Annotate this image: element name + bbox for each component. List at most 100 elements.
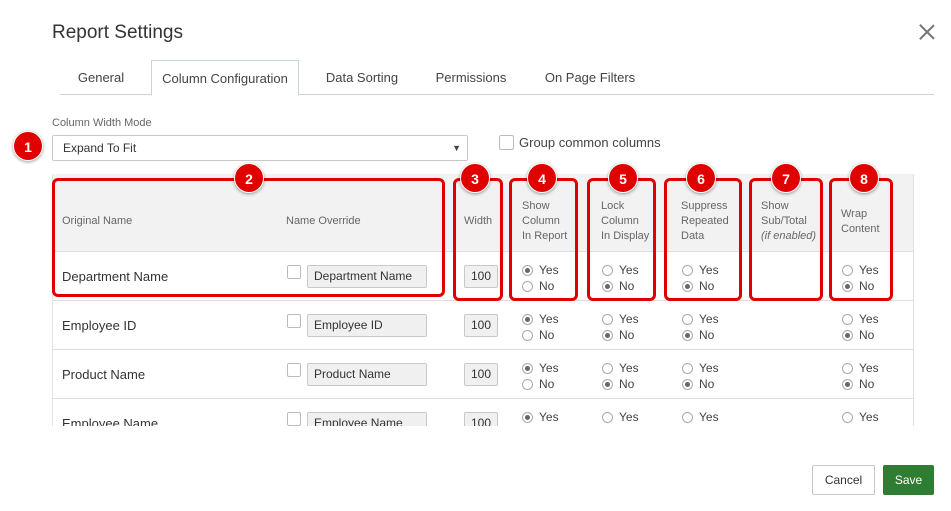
column-config-table: Original Name Name Override Width Show C…: [52, 174, 914, 426]
radio-unselected-icon: [842, 264, 853, 276]
name-override-input[interactable]: Department Name: [307, 265, 427, 288]
radio-label: Yes: [539, 361, 559, 375]
radio-label: Yes: [859, 410, 879, 424]
group-common-columns-checkbox[interactable]: [499, 135, 514, 150]
radio-yes[interactable]: Yes: [682, 409, 719, 425]
radio-yes[interactable]: Yes: [682, 311, 719, 327]
radio-label: No: [539, 328, 555, 342]
original-name: Department Name: [62, 269, 169, 284]
caret-down-icon: ▼: [452, 143, 461, 153]
radio-selected-icon: [682, 329, 693, 341]
name-override-input[interactable]: Product Name: [307, 363, 427, 386]
tab-permissions[interactable]: Permissions: [426, 60, 516, 95]
width-input[interactable]: 100: [464, 412, 498, 426]
tab-data-sorting[interactable]: Data Sorting: [316, 60, 408, 95]
radio-yes[interactable]: Yes: [602, 360, 639, 376]
radio-no[interactable]: No: [522, 425, 559, 426]
show-column-radio-group: Yes No: [522, 360, 559, 392]
radio-no[interactable]: No: [522, 327, 559, 343]
wrap-radio-group: Yes No: [842, 360, 879, 392]
tab-general[interactable]: General: [60, 60, 142, 95]
dialog-title: Report Settings: [52, 22, 183, 43]
header-name-override: Name Override: [286, 215, 361, 227]
radio-unselected-icon: [602, 264, 613, 276]
radio-no[interactable]: No: [602, 376, 639, 392]
radio-label: Yes: [699, 410, 719, 424]
radio-no[interactable]: No: [522, 278, 559, 294]
tab-column-configuration[interactable]: Column Configuration: [151, 60, 299, 96]
width-input[interactable]: 100: [464, 363, 498, 386]
radio-label: No: [619, 328, 635, 342]
radio-unselected-icon: [522, 280, 533, 292]
save-button[interactable]: Save: [883, 465, 934, 495]
header-wrap-line: Wrap: [841, 208, 868, 220]
radio-unselected-icon: [842, 362, 853, 374]
radio-yes[interactable]: Yes: [522, 262, 559, 278]
group-common-columns-label: Group common columns: [519, 135, 661, 150]
original-name: Employee Name: [62, 416, 159, 426]
radio-selected-icon: [842, 280, 853, 292]
radio-no[interactable]: No: [602, 327, 639, 343]
radio-yes[interactable]: Yes: [602, 409, 639, 425]
radio-no[interactable]: No: [602, 278, 639, 294]
original-name: Product Name: [62, 367, 146, 382]
radio-no[interactable]: No: [682, 425, 719, 426]
override-checkbox[interactable]: [287, 412, 301, 426]
radio-no[interactable]: No: [842, 278, 879, 294]
radio-yes[interactable]: Yes: [602, 311, 639, 327]
radio-yes[interactable]: Yes: [842, 409, 879, 425]
close-icon[interactable]: [917, 22, 937, 42]
radio-yes[interactable]: Yes: [602, 262, 639, 278]
radio-yes[interactable]: Yes: [842, 262, 879, 278]
radio-selected-icon: [682, 280, 693, 292]
radio-no[interactable]: No: [682, 327, 719, 343]
radio-yes[interactable]: Yes: [842, 360, 879, 376]
callout-badge-6: 6: [686, 163, 716, 193]
show-column-radio-group: Yes No: [522, 262, 559, 294]
radio-no[interactable]: No: [842, 425, 879, 426]
override-checkbox[interactable]: [287, 363, 301, 377]
radio-no[interactable]: No: [842, 376, 879, 392]
radio-no[interactable]: No: [682, 376, 719, 392]
width-input[interactable]: 100: [464, 314, 498, 337]
tab-on-page-filters[interactable]: On Page Filters: [535, 60, 645, 95]
name-override-input[interactable]: Employee Name: [307, 412, 427, 426]
radio-unselected-icon: [842, 313, 853, 325]
name-override-input[interactable]: Employee ID: [307, 314, 427, 337]
radio-no[interactable]: No: [522, 376, 559, 392]
column-width-mode-select[interactable]: Expand To Fit ▼: [52, 135, 468, 161]
radio-label: Yes: [699, 361, 719, 375]
radio-label: No: [859, 279, 875, 293]
radio-yes[interactable]: Yes: [522, 311, 559, 327]
radio-selected-icon: [602, 280, 613, 292]
width-input[interactable]: 100: [464, 265, 498, 288]
radio-yes[interactable]: Yes: [842, 311, 879, 327]
radio-label: Yes: [619, 410, 639, 424]
radio-yes[interactable]: Yes: [522, 409, 559, 425]
suppress-radio-group: Yes No: [682, 311, 719, 343]
radio-yes[interactable]: Yes: [682, 262, 719, 278]
radio-label: Yes: [539, 263, 559, 277]
callout-badge-5: 5: [608, 163, 638, 193]
override-checkbox[interactable]: [287, 265, 301, 279]
radio-unselected-icon: [682, 313, 693, 325]
radio-no[interactable]: No: [602, 425, 639, 426]
radio-yes[interactable]: Yes: [682, 360, 719, 376]
header-show-subtotal: Show Sub/Total (if enabled): [761, 199, 816, 244]
override-checkbox[interactable]: [287, 314, 301, 328]
radio-unselected-icon: [602, 313, 613, 325]
radio-yes[interactable]: Yes: [522, 360, 559, 376]
wrap-radio-group: Yes No: [842, 262, 879, 294]
callout-badge-7: 7: [771, 163, 801, 193]
header-show-column-line: In Report: [522, 230, 568, 242]
show-column-radio-group: Yes No: [522, 311, 559, 343]
radio-no[interactable]: No: [682, 278, 719, 294]
radio-label: No: [619, 279, 635, 293]
cancel-button[interactable]: Cancel: [812, 465, 875, 495]
radio-selected-icon: [522, 264, 533, 276]
radio-unselected-icon: [682, 411, 693, 423]
lock-column-radio-group: Yes No: [602, 409, 639, 426]
header-suppress: Suppress Repeated Data: [681, 199, 729, 244]
radio-selected-icon: [522, 362, 533, 374]
radio-no[interactable]: No: [842, 327, 879, 343]
